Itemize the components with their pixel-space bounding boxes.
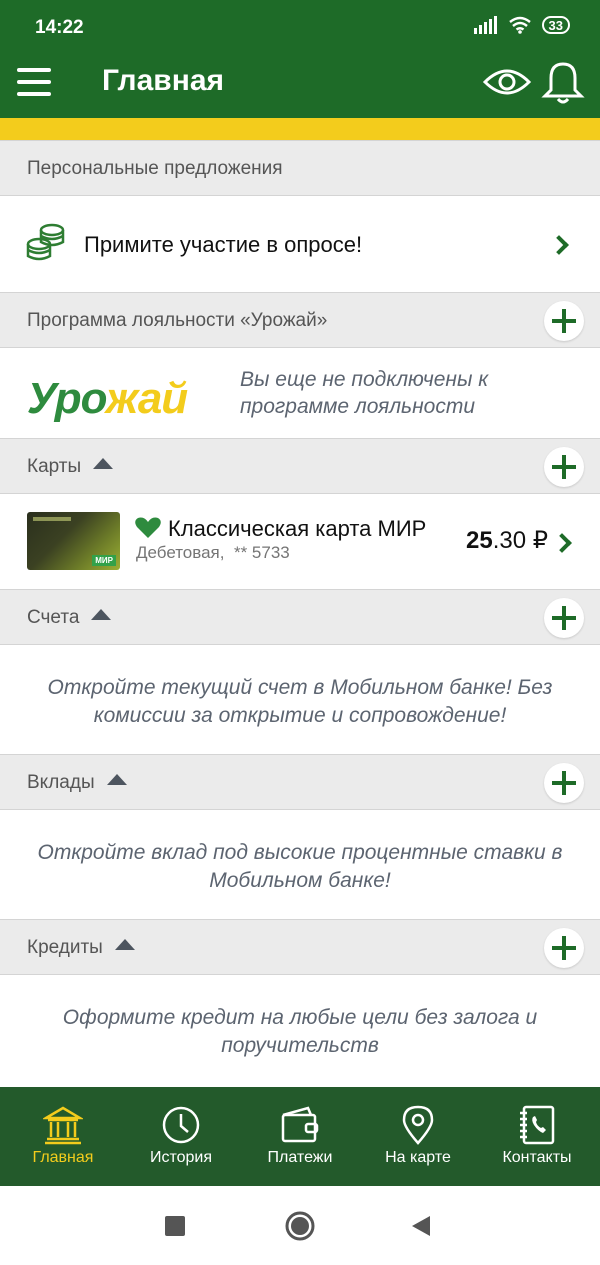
caret-up-icon bbox=[91, 609, 112, 620]
bell-icon[interactable] bbox=[541, 60, 585, 106]
menu-icon[interactable] bbox=[17, 68, 53, 98]
recents-button[interactable] bbox=[165, 1216, 185, 1236]
section-title: Карты bbox=[27, 456, 114, 478]
promo-row[interactable]: Примите участие в опросе! bbox=[0, 196, 600, 292]
nav-label: История bbox=[149, 1149, 213, 1166]
section-title: Вклады bbox=[27, 772, 127, 794]
loyalty-message: Вы еще не подключены к программе лояльно… bbox=[240, 368, 489, 418]
card-balance: 25.30 ₽ bbox=[466, 527, 549, 554]
nav-item-payments[interactable]: Платежи bbox=[240, 1087, 360, 1186]
chevron-right-icon bbox=[549, 235, 569, 255]
coins-icon bbox=[26, 223, 65, 261]
section-title: Кредиты bbox=[27, 937, 135, 959]
loyalty-row[interactable]: Урожай Вы еще не подключены к программе … bbox=[0, 348, 600, 438]
caret-up-icon bbox=[93, 458, 114, 469]
signal-icon bbox=[473, 16, 497, 34]
status-time: 14:22 bbox=[35, 17, 84, 38]
nav-item-home[interactable]: Главная bbox=[3, 1087, 123, 1186]
status-bar: 14:22 33 bbox=[0, 0, 600, 52]
section-title: Персональные предложения bbox=[27, 158, 283, 179]
nav-label: Главная bbox=[32, 1149, 94, 1166]
section-title: Программа лояльности «Урожай» bbox=[27, 310, 328, 331]
section-header-cards[interactable]: Карты bbox=[0, 438, 600, 494]
page-title: Главная bbox=[102, 64, 225, 97]
accounts-message: Откройте текущий счет в Мобильном банке!… bbox=[47, 676, 553, 727]
deposits-row: Откройте вклад под высокие процентные ст… bbox=[0, 811, 600, 919]
battery-indicator: 33 bbox=[541, 16, 570, 34]
add-credit-button[interactable] bbox=[544, 928, 584, 968]
add-account-button[interactable] bbox=[544, 598, 584, 638]
accounts-row: Откройте текущий счет в Мобильном банке!… bbox=[0, 646, 600, 754]
bank-icon bbox=[43, 1106, 83, 1145]
bottom-navigation: Главная История Платежи На карте Контакт… bbox=[0, 1087, 600, 1186]
back-button[interactable] bbox=[410, 1214, 432, 1238]
section-header-credits[interactable]: Кредиты bbox=[0, 919, 600, 975]
credits-message: Оформите кредит на любые цели без залога… bbox=[62, 1006, 538, 1057]
deposits-message: Откройте вклад под высокие процентные ст… bbox=[37, 841, 563, 892]
section-header-offers: Персональные предложения bbox=[0, 140, 600, 196]
add-deposit-button[interactable] bbox=[544, 763, 584, 803]
home-button[interactable] bbox=[284, 1210, 316, 1242]
map-pin-icon bbox=[402, 1105, 434, 1145]
card-details: Дебетовая, ** 5733 bbox=[136, 543, 290, 562]
heart-icon bbox=[135, 517, 161, 538]
add-loyalty-button[interactable] bbox=[544, 301, 584, 341]
eye-icon[interactable] bbox=[483, 66, 531, 98]
card-row[interactable]: МИР Классическая карта МИР Дебетовая, **… bbox=[0, 494, 600, 590]
add-card-button[interactable] bbox=[544, 447, 584, 487]
promo-text: Примите участие в опросе! bbox=[84, 232, 363, 257]
section-title: Счета bbox=[27, 607, 112, 629]
chevron-right-icon bbox=[552, 533, 572, 553]
nav-label: Платежи bbox=[267, 1149, 333, 1166]
wifi-icon bbox=[508, 16, 531, 34]
system-navigation-bar bbox=[0, 1186, 600, 1265]
nav-label: На карте bbox=[385, 1149, 451, 1166]
nav-item-history[interactable]: История bbox=[121, 1087, 241, 1186]
wallet-icon bbox=[281, 1106, 319, 1143]
accent-stripe bbox=[0, 118, 600, 140]
nav-item-contacts[interactable]: Контакты bbox=[477, 1087, 597, 1186]
status-icons: 33 bbox=[473, 16, 570, 34]
nav-label: Контакты bbox=[502, 1149, 572, 1166]
card-name: Классическая карта МИР bbox=[168, 516, 427, 541]
section-header-loyalty: Программа лояльности «Урожай» bbox=[0, 292, 600, 348]
urozhay-logo: Урожай bbox=[27, 374, 188, 423]
nav-item-map[interactable]: На карте bbox=[358, 1087, 478, 1186]
section-header-deposits[interactable]: Вклады bbox=[0, 754, 600, 810]
caret-up-icon bbox=[106, 774, 127, 785]
caret-up-icon bbox=[114, 939, 135, 950]
credits-row: Оформите кредит на любые цели без залога… bbox=[0, 976, 600, 1087]
app-bar: Главная bbox=[0, 52, 600, 118]
contacts-icon bbox=[520, 1105, 555, 1145]
card-image: МИР bbox=[27, 512, 120, 570]
section-header-accounts[interactable]: Счета bbox=[0, 589, 600, 645]
clock-icon bbox=[162, 1106, 200, 1144]
